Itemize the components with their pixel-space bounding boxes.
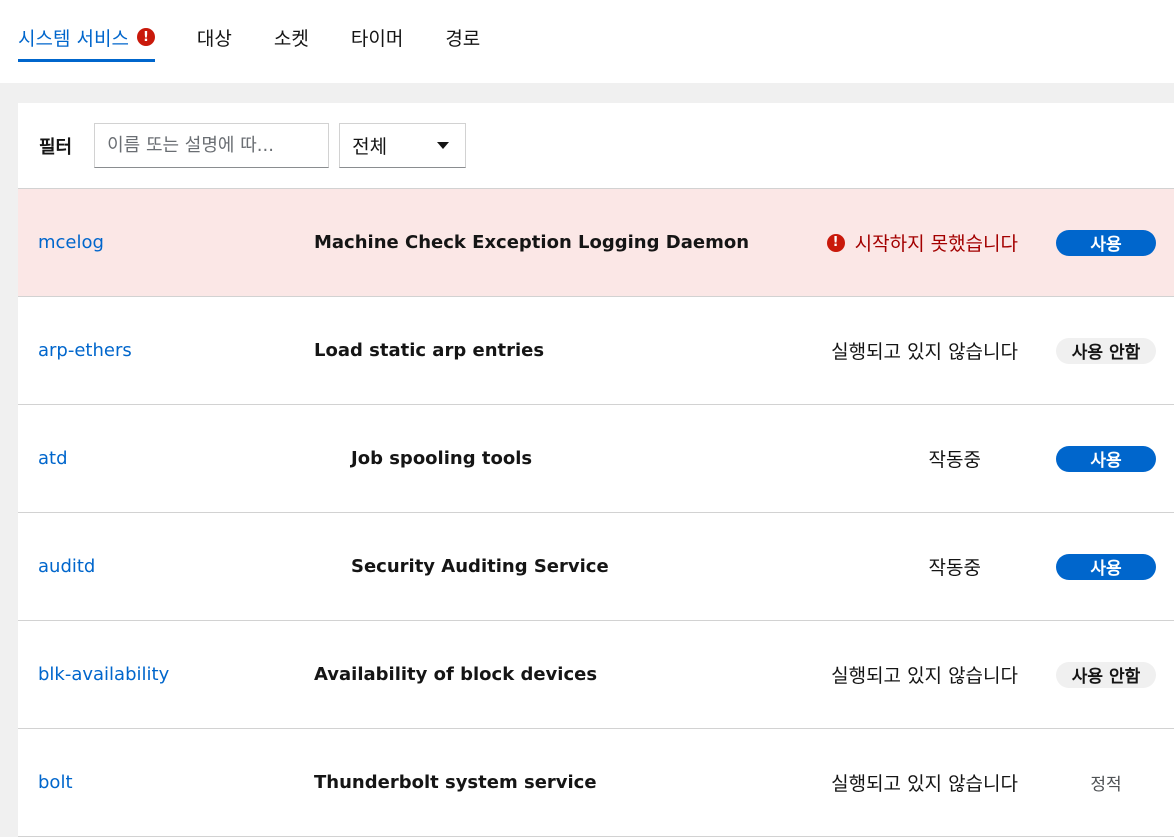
service-description: Load static arp entries (314, 297, 544, 404)
table-row[interactable]: arp-ethers Load static arp entries 실행되고 … (18, 297, 1174, 405)
tab-label: 대상 (197, 24, 232, 51)
service-name-link[interactable]: blk-availability (38, 621, 169, 728)
error-icon: ! (827, 234, 845, 252)
error-icon: ! (137, 28, 155, 46)
service-state: ! 시작하지 못했습니다 (827, 189, 1018, 296)
filter-label: 필터 (39, 133, 72, 159)
service-name-link[interactable]: atd (38, 405, 68, 512)
tab-paths[interactable]: 경로 (445, 0, 480, 62)
select-value: 전체 (352, 132, 387, 159)
service-description: Security Auditing Service (351, 513, 609, 620)
state-text: 시작하지 못했습니다 (855, 229, 1018, 256)
status-badge: 사용 (1056, 230, 1156, 256)
service-tabs: 시스템 서비스 ! 대상 소켓 타이머 경로 (0, 0, 1174, 83)
table-row[interactable]: atd Job spooling tools 작동중 사용 (18, 405, 1174, 513)
tab-targets[interactable]: 대상 (197, 0, 232, 62)
service-name-link[interactable]: arp-ethers (38, 297, 132, 404)
filter-bar: 필터 전체 (18, 103, 1174, 189)
table-row[interactable]: blk-availability Availability of block d… (18, 621, 1174, 729)
service-name-link[interactable]: mcelog (38, 189, 104, 296)
status-badge: 사용 안함 (1056, 662, 1156, 688)
service-name-link[interactable]: auditd (38, 513, 95, 620)
tab-label: 소켓 (274, 24, 309, 51)
status-badge: 정적 (1056, 770, 1156, 796)
table-row[interactable]: bolt Thunderbolt system service 실행되고 있지 … (18, 729, 1174, 837)
tab-label: 시스템 서비스 (18, 24, 129, 51)
services-panel: 필터 전체 mcelog Machine Check Exception Log… (18, 103, 1174, 823)
tab-timers[interactable]: 타이머 (351, 0, 403, 62)
filter-input[interactable] (94, 123, 329, 168)
table-row[interactable]: auditd Security Auditing Service 작동중 사용 (18, 513, 1174, 621)
service-description: Thunderbolt system service (314, 729, 597, 836)
table-row[interactable]: mcelog Machine Check Exception Logging D… (18, 189, 1174, 297)
tab-sockets[interactable]: 소켓 (274, 0, 309, 62)
status-badge: 사용 안함 (1056, 338, 1156, 364)
caret-down-icon (437, 142, 449, 149)
state-filter-select[interactable]: 전체 (339, 123, 466, 168)
tab-label: 경로 (445, 24, 480, 51)
service-description: Availability of block devices (314, 621, 597, 728)
service-state: 실행되고 있지 않습니다 (831, 729, 1018, 836)
service-name-link[interactable]: bolt (38, 729, 73, 836)
tab-system-services[interactable]: 시스템 서비스 ! (18, 0, 155, 62)
service-state: 작동중 (929, 405, 981, 512)
service-state: 실행되고 있지 않습니다 (831, 621, 1018, 728)
service-state: 작동중 (929, 513, 981, 620)
tab-label: 타이머 (351, 24, 403, 51)
service-description: Machine Check Exception Logging Daemon (314, 189, 749, 296)
service-description: Job spooling tools (351, 405, 532, 512)
service-state: 실행되고 있지 않습니다 (831, 297, 1018, 404)
status-badge: 사용 (1056, 554, 1156, 580)
status-badge: 사용 (1056, 446, 1156, 472)
